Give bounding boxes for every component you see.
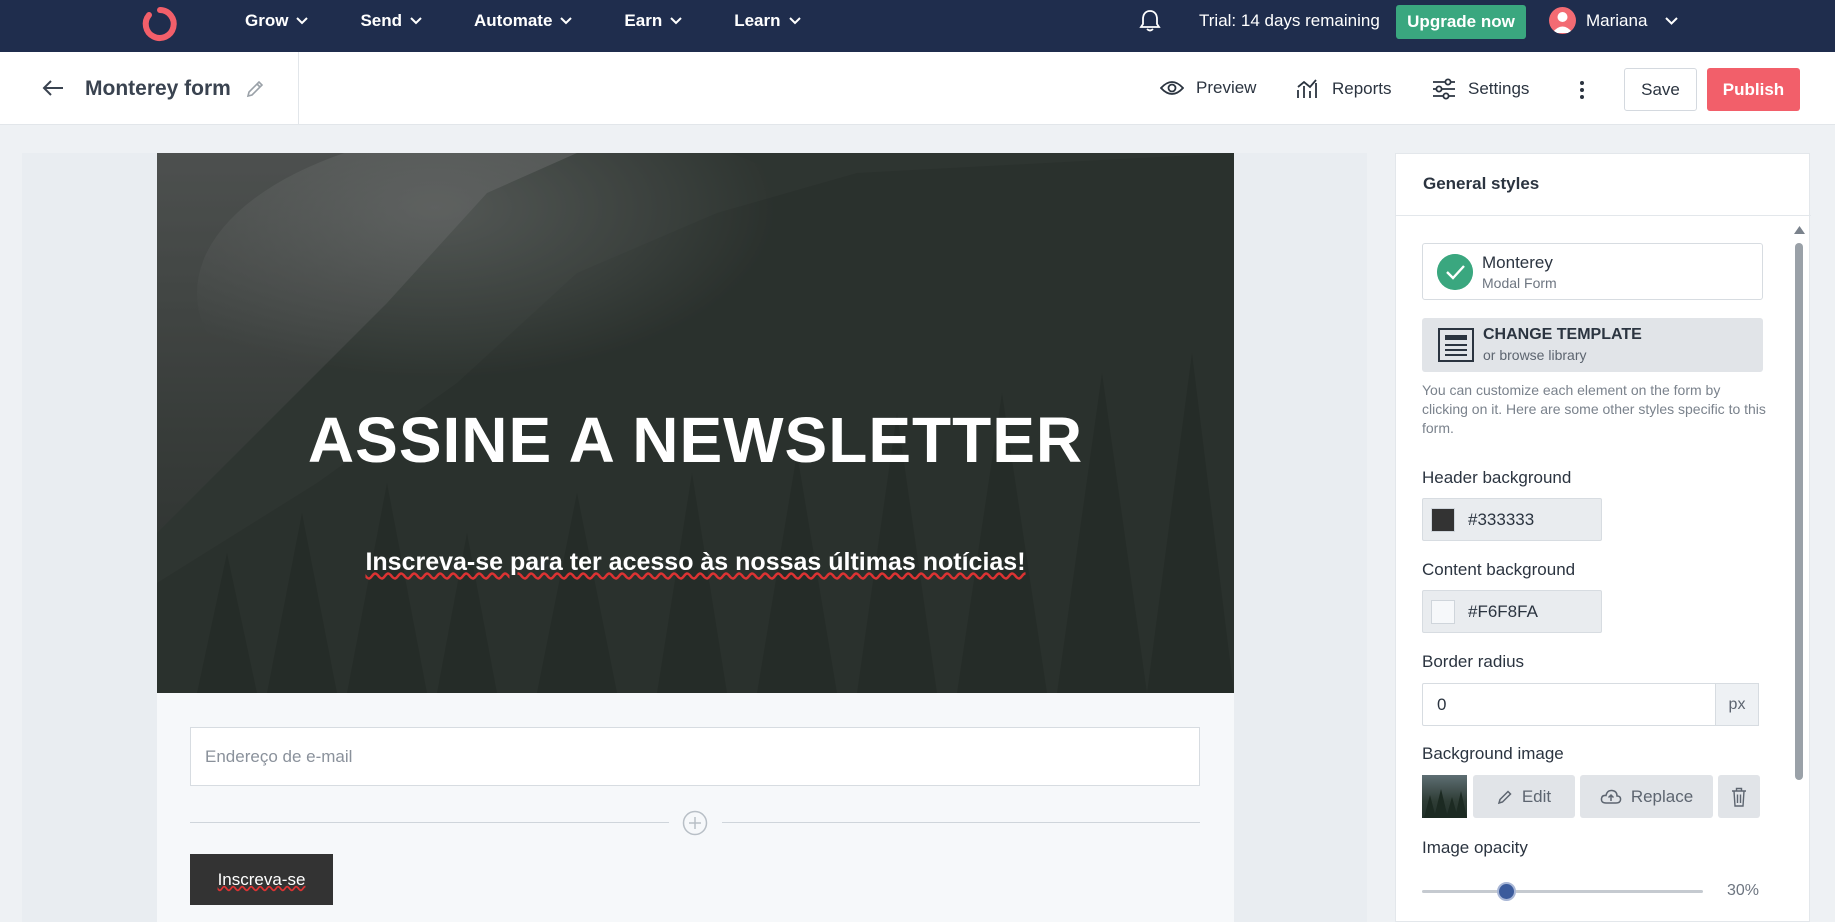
border-radius-unit: px <box>1715 683 1759 726</box>
scrollbar[interactable] <box>1795 243 1803 780</box>
editor-toolbar: Monterey form Preview Reports Settings S… <box>0 52 1835 125</box>
template-type: Modal Form <box>1482 275 1557 291</box>
logo-icon[interactable] <box>140 4 180 44</box>
background-image-thumbnail[interactable] <box>1422 775 1467 818</box>
divider <box>722 822 1200 823</box>
edit-image-button[interactable]: Edit <box>1473 775 1575 818</box>
email-field[interactable]: Endereço de e-mail <box>190 727 1200 786</box>
nav-automate[interactable]: Automate <box>474 11 573 31</box>
header-background-color-picker[interactable]: #333333 <box>1422 498 1602 541</box>
reports-button[interactable]: Reports <box>1296 78 1392 100</box>
delete-image-button[interactable] <box>1718 775 1760 818</box>
nav-learn[interactable]: Learn <box>734 11 801 31</box>
chevron-down-icon <box>670 17 682 25</box>
chevron-down-icon[interactable] <box>1665 17 1678 25</box>
template-layout-icon <box>1438 328 1474 362</box>
slider-handle[interactable] <box>1496 882 1516 901</box>
chevron-down-icon <box>296 17 309 25</box>
subscribe-button-label: Inscreva-se <box>217 869 306 889</box>
change-template-button[interactable]: CHANGE TEMPLATE or browse library <box>1422 318 1763 372</box>
arrow-left-icon[interactable] <box>42 79 64 97</box>
forest-thumbnail-image <box>1424 789 1467 818</box>
pencil-icon[interactable] <box>245 79 265 99</box>
more-options-icon[interactable] <box>1578 80 1586 100</box>
settings-label: Settings <box>1468 79 1530 98</box>
content-background-value: #F6F8FA <box>1468 601 1538 621</box>
border-radius-input[interactable]: 0 <box>1422 683 1716 726</box>
chevron-down-icon <box>788 17 801 25</box>
avatar[interactable] <box>1549 7 1576 34</box>
form-title[interactable]: Monterey form <box>85 77 231 101</box>
change-template-subtitle: or browse library <box>1483 347 1587 363</box>
nav-automate-label: Automate <box>474 11 553 30</box>
image-opacity-label: Image opacity <box>1422 838 1528 857</box>
template-name: Monterey <box>1482 253 1553 272</box>
image-opacity-slider[interactable] <box>1422 890 1703 893</box>
nav-earn[interactable]: Earn <box>624 11 682 31</box>
change-template-title: CHANGE TEMPLATE <box>1483 326 1642 343</box>
nav-send-label: Send <box>360 11 403 30</box>
upgrade-button[interactable]: Upgrade now <box>1396 5 1526 39</box>
current-template-card: Monterey Modal Form <box>1422 243 1763 300</box>
chevron-down-icon <box>410 17 422 25</box>
nav-earn-label: Earn <box>624 11 663 30</box>
nav-grow[interactable]: Grow <box>245 11 309 31</box>
nav-learn-label: Learn <box>734 11 781 30</box>
user-name[interactable]: Mariana <box>1586 11 1647 31</box>
nav-send[interactable]: Send <box>360 11 422 31</box>
color-swatch <box>1431 507 1455 532</box>
form-subheading[interactable]: Inscreva-se para ter acesso às nossas úl… <box>157 548 1234 577</box>
help-text: You can customize each element on the fo… <box>1422 382 1766 436</box>
add-element-icon[interactable] <box>682 810 708 836</box>
scroll-up-arrow-icon[interactable] <box>1794 226 1805 234</box>
user-avatar-icon <box>1552 12 1573 33</box>
header-background-label: Header background <box>1422 468 1572 487</box>
divider <box>298 52 299 125</box>
divider <box>190 822 669 823</box>
reports-label: Reports <box>1332 79 1392 98</box>
trash-icon <box>1732 787 1746 807</box>
preview-button[interactable]: Preview <box>1160 78 1256 98</box>
edit-image-label: Edit <box>1521 786 1552 806</box>
content-background-color-picker[interactable]: #F6F8FA <box>1422 590 1602 633</box>
sliders-icon <box>1433 78 1455 100</box>
save-button[interactable]: Save <box>1624 68 1697 111</box>
replace-image-button[interactable]: Replace <box>1580 775 1713 818</box>
top-navigation: Grow Send Automate Earn Learn Trial: 14 … <box>0 0 1835 52</box>
image-opacity-value: 30% <box>1727 882 1760 899</box>
eye-icon <box>1160 81 1184 95</box>
header-background-value: #333333 <box>1468 509 1535 529</box>
color-swatch <box>1431 599 1455 624</box>
chart-icon <box>1297 79 1317 98</box>
panel-title: General styles <box>1396 154 1811 216</box>
bell-icon[interactable] <box>1138 8 1162 34</box>
publish-button[interactable]: Publish <box>1707 68 1800 111</box>
trial-status: Trial: 14 days remaining <box>1199 11 1380 30</box>
chevron-down-icon <box>560 17 573 25</box>
preview-label: Preview <box>1196 78 1257 97</box>
form-heading[interactable]: ASSINE A NEWSLETTER <box>157 403 1234 477</box>
check-icon <box>1437 254 1473 290</box>
nav-grow-label: Grow <box>245 11 289 30</box>
main-menu: Grow Send Automate Earn Learn <box>245 0 853 42</box>
border-radius-label: Border radius <box>1422 652 1525 671</box>
subscribe-button[interactable]: Inscreva-se <box>190 854 333 905</box>
settings-button[interactable]: Settings <box>1432 78 1529 100</box>
content-background-label: Content background <box>1422 560 1576 579</box>
replace-image-label: Replace <box>1630 786 1694 806</box>
pencil-icon <box>1497 789 1512 804</box>
background-image-label: Background image <box>1422 744 1564 763</box>
cloud-upload-icon <box>1600 789 1622 804</box>
form-header[interactable]: ASSINE A NEWSLETTER Inscreva-se para ter… <box>157 153 1234 693</box>
